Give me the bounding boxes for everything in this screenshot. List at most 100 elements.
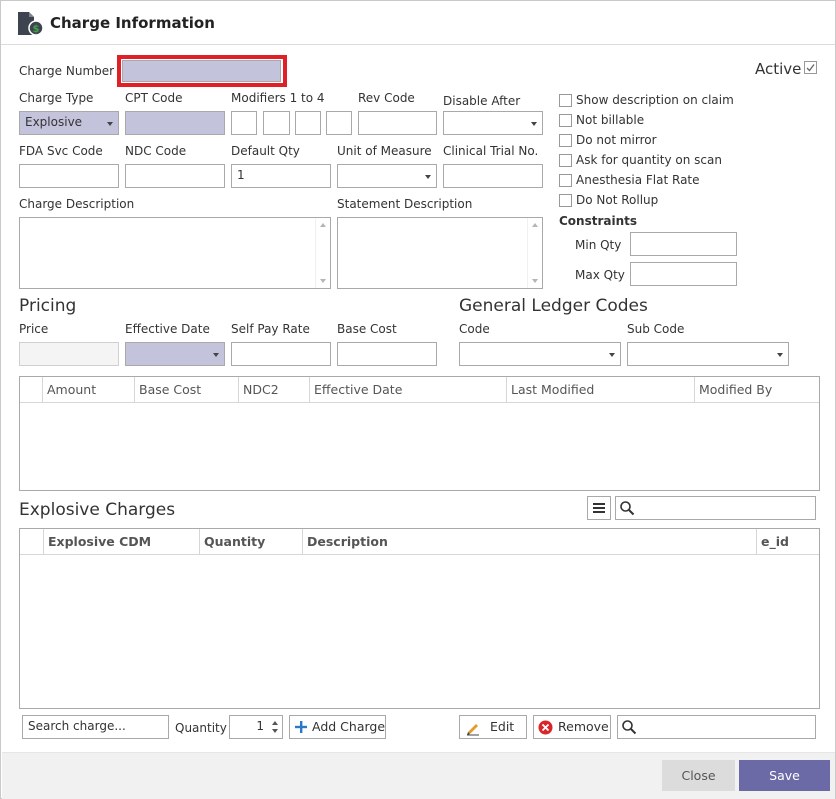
menu-button[interactable] [587,496,611,520]
effective-date-select[interactable] [125,342,225,366]
modifier-3-input[interactable] [295,111,321,135]
column-effective-date[interactable]: Effective Date [309,377,506,403]
scroll-up-icon[interactable] [532,223,538,227]
grid-header: Amount Base Cost NDC2 Effective Date Las… [20,377,819,403]
gl-sub-code-label: Sub Code [627,322,685,336]
chevron-down-icon [425,175,431,179]
charge-type-select[interactable]: Explosive [19,111,119,135]
quantity-label: Quantity [175,721,227,735]
grid-header: Explosive CDM Quantity Description e_id [20,529,819,555]
scroll-down-icon[interactable] [320,279,326,283]
scrollbar[interactable] [527,218,542,288]
modifier-1-input[interactable] [231,111,257,135]
charge-information-window: $ Charge Information Charge Number Activ… [0,0,836,799]
search-icon [620,501,635,516]
checkbox[interactable] [559,114,572,127]
search-icon [622,720,637,735]
charge-number-label: Charge Number [19,64,115,78]
column-amount[interactable]: Amount [42,377,134,403]
document-dollar-icon: $ [18,12,43,36]
modifier-2-input[interactable] [263,111,290,135]
search-charge-input[interactable]: Search charge... [22,715,169,739]
active-checkbox[interactable] [804,61,817,74]
checkbox[interactable] [559,194,572,207]
charge-type-label: Charge Type [19,91,94,105]
explosive-charges-title: Explosive Charges [19,500,176,520]
checkbox[interactable] [559,134,572,147]
checkbox[interactable] [559,94,572,107]
price-history-grid[interactable]: Amount Base Cost NDC2 Effective Date Las… [19,376,820,491]
gl-code-select[interactable] [459,342,621,366]
ndc-code-input[interactable] [125,164,225,188]
effective-date-label: Effective Date [125,322,210,336]
disable-after-select[interactable] [443,111,543,135]
max-qty-label: Max Qty [575,268,625,282]
checkbox[interactable] [559,174,572,187]
charge-number-highlight [117,55,287,87]
default-qty-value: 1 [237,168,245,182]
scroll-up-icon[interactable] [320,223,326,227]
self-pay-rate-input[interactable] [231,342,331,366]
column-e-id[interactable]: e_id [756,529,819,555]
svg-text:$: $ [33,24,40,35]
rev-code-input[interactable] [358,111,437,135]
max-qty-input[interactable] [630,262,737,286]
clinical-trial-label: Clinical Trial No. [443,144,539,158]
default-qty-label: Default Qty [231,144,300,158]
cpt-code-label: CPT Code [125,91,183,105]
base-cost-input[interactable] [337,342,437,366]
statement-description-textarea[interactable] [337,217,543,289]
column-explosive-cdm[interactable]: Explosive CDM [43,529,199,555]
chevron-down-icon [609,353,615,357]
checkbox[interactable] [559,154,572,167]
modifier-4-input[interactable] [326,111,352,135]
charge-type-value: Explosive [25,115,83,129]
scroll-down-icon[interactable] [532,279,538,283]
edit-button[interactable]: Edit [459,715,527,739]
base-cost-label: Base Cost [337,322,397,336]
close-button[interactable]: Close [662,760,735,791]
min-qty-input[interactable] [630,232,737,256]
add-charge-button[interactable]: Add Charge [289,715,386,739]
price-input[interactable] [19,342,119,366]
quantity-value: 1 [256,719,264,733]
bottom-search-input[interactable] [617,715,816,739]
default-qty-input[interactable]: 1 [231,164,331,188]
gl-code-label: Code [459,322,490,336]
constraints-label: Constraints [559,214,638,228]
charge-description-textarea[interactable] [19,217,331,289]
column-modified-by[interactable]: Modified By [694,377,819,403]
checkmark-icon [806,64,815,72]
chevron-down-icon [777,353,783,357]
gl-sub-code-select[interactable] [627,342,789,366]
save-button[interactable]: Save [739,760,830,791]
remove-circle-icon [538,720,553,735]
unit-of-measure-select[interactable] [337,164,437,188]
fda-svc-code-input[interactable] [19,164,119,188]
remove-button[interactable]: Remove [533,715,611,739]
pencil-icon [467,724,479,736]
spinner-arrows-icon[interactable] [271,719,279,735]
cpt-code-input[interactable] [125,111,225,135]
column-description[interactable]: Description [302,529,756,555]
general-ledger-title: General Ledger Codes [459,296,648,316]
explosive-charges-grid[interactable]: Explosive CDM Quantity Description e_id [19,528,820,709]
scrollbar[interactable] [315,218,330,288]
clinical-trial-input[interactable] [443,164,543,188]
column-base-cost[interactable]: Base Cost [134,377,238,403]
explosive-search-input[interactable] [615,496,816,520]
pricing-title: Pricing [19,296,77,316]
column-ndc2[interactable]: NDC2 [238,377,309,403]
active-label: Active [755,60,802,78]
column-quantity[interactable]: Quantity [199,529,302,555]
charge-description-label: Charge Description [19,197,135,211]
self-pay-rate-label: Self Pay Rate [231,322,310,336]
fda-svc-code-label: FDA Svc Code [19,144,103,158]
quantity-stepper[interactable]: 1 [229,715,283,739]
chevron-down-icon [213,353,219,357]
column-last-modified[interactable]: Last Modified [506,377,694,403]
search-charge-placeholder: Search charge... [28,719,126,733]
rev-code-label: Rev Code [358,91,415,105]
price-label: Price [19,322,49,336]
plus-icon [295,721,307,733]
